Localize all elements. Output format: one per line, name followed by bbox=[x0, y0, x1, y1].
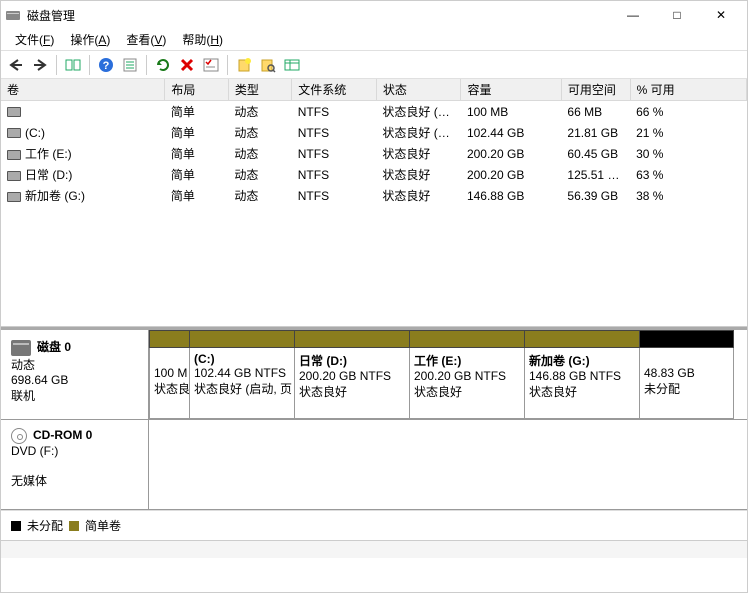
volume-icon bbox=[7, 107, 21, 117]
details-icon[interactable] bbox=[281, 54, 303, 76]
legend: 未分配 简单卷 bbox=[1, 510, 747, 540]
disk-row: CD-ROM 0DVD (F:) 无媒体 bbox=[1, 420, 747, 510]
column-header[interactable]: 文件系统 bbox=[292, 79, 377, 101]
volume-icon bbox=[7, 150, 21, 160]
column-header-row: 卷布局类型文件系统状态容量可用空间% 可用 bbox=[1, 79, 747, 101]
legend-swatch bbox=[11, 521, 21, 531]
column-header[interactable]: 卷 bbox=[1, 79, 165, 101]
maximize-button[interactable]: □ bbox=[655, 1, 699, 29]
volume-icon bbox=[7, 192, 21, 202]
column-header[interactable]: 可用空间 bbox=[561, 79, 630, 101]
legend-label: 简单卷 bbox=[85, 517, 121, 534]
table-row[interactable]: 简单动态NTFS状态良好 (…100 MB66 MB66 % bbox=[1, 101, 747, 123]
delete-icon[interactable] bbox=[176, 54, 198, 76]
partition[interactable]: 工作 (E:)200.20 GB NTFS状态良好 bbox=[409, 348, 524, 419]
toolbar: ? bbox=[1, 51, 747, 79]
show-hide-icon[interactable] bbox=[62, 54, 84, 76]
minimize-button[interactable]: — bbox=[611, 1, 655, 29]
menu-h[interactable]: 帮助(H) bbox=[174, 29, 231, 50]
help-icon[interactable]: ? bbox=[95, 54, 117, 76]
disk-info: 磁盘 0动态698.64 GB联机 bbox=[1, 330, 149, 419]
partition[interactable]: 100 M状态良 bbox=[149, 348, 189, 419]
disk-icon bbox=[11, 340, 31, 356]
menu-a[interactable]: 操作(A) bbox=[62, 29, 118, 50]
column-header[interactable]: 类型 bbox=[228, 79, 291, 101]
column-header[interactable]: 布局 bbox=[165, 79, 228, 101]
cd-icon bbox=[11, 428, 27, 444]
column-header[interactable]: % 可用 bbox=[630, 79, 746, 101]
table-row[interactable]: 工作 (E:)简单动态NTFS状态良好200.20 GB60.45 GB30 % bbox=[1, 143, 747, 164]
statusbar bbox=[1, 540, 747, 558]
titlebar: 磁盘管理 — □ ✕ bbox=[1, 1, 747, 29]
forward-icon[interactable] bbox=[29, 54, 51, 76]
window-title: 磁盘管理 bbox=[27, 7, 611, 24]
table-row[interactable]: 新加卷 (G:)简单动态NTFS状态良好146.88 GB56.39 GB38 … bbox=[1, 185, 747, 206]
checklist-icon[interactable] bbox=[200, 54, 222, 76]
volume-list[interactable]: 卷布局类型文件系统状态容量可用空间% 可用 简单动态NTFS状态良好 (…100… bbox=[1, 79, 747, 327]
refresh-icon[interactable] bbox=[152, 54, 174, 76]
menu-v[interactable]: 查看(V) bbox=[118, 29, 174, 50]
disk-info: CD-ROM 0DVD (F:) 无媒体 bbox=[1, 420, 149, 509]
disk-row: 磁盘 0动态698.64 GB联机100 M状态良(C:)102.44 GB N… bbox=[1, 330, 747, 420]
menu-f[interactable]: 文件(F) bbox=[7, 29, 62, 50]
partition[interactable]: 新加卷 (G:)146.88 GB NTFS状态良好 bbox=[524, 348, 639, 419]
app-icon bbox=[5, 7, 21, 23]
legend-label: 未分配 bbox=[27, 517, 63, 534]
volume-icon bbox=[7, 128, 21, 138]
close-button[interactable]: ✕ bbox=[699, 1, 743, 29]
table-row[interactable]: 日常 (D:)简单动态NTFS状态良好200.20 GB125.51 …63 % bbox=[1, 164, 747, 185]
table-row[interactable]: (C:)简单动态NTFS状态良好 (…102.44 GB21.81 GB21 % bbox=[1, 122, 747, 143]
find-icon[interactable] bbox=[257, 54, 279, 76]
legend-swatch bbox=[69, 521, 79, 531]
partition[interactable]: (C:)102.44 GB NTFS状态良好 (启动, 页 bbox=[189, 348, 294, 419]
column-header[interactable]: 容量 bbox=[461, 79, 561, 101]
disk-map: 磁盘 0动态698.64 GB联机100 M状态良(C:)102.44 GB N… bbox=[1, 327, 747, 510]
back-icon[interactable] bbox=[5, 54, 27, 76]
new-icon[interactable] bbox=[233, 54, 255, 76]
partition[interactable]: 48.83 GB未分配 bbox=[639, 348, 734, 419]
svg-text:?: ? bbox=[103, 60, 110, 72]
props-icon[interactable] bbox=[119, 54, 141, 76]
volume-icon bbox=[7, 171, 21, 181]
column-header[interactable]: 状态 bbox=[376, 79, 461, 101]
partition[interactable]: 日常 (D:)200.20 GB NTFS状态良好 bbox=[294, 348, 409, 419]
menubar: 文件(F)操作(A)查看(V)帮助(H) bbox=[1, 29, 747, 51]
